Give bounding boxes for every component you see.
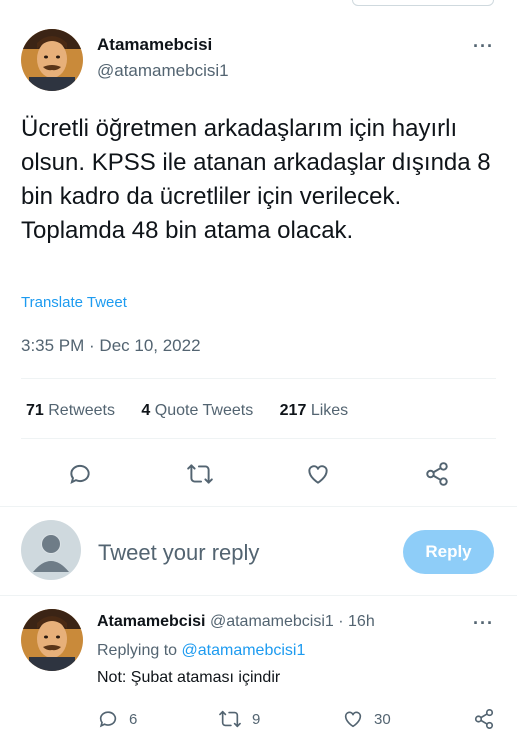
reply-icon[interactable] [67,461,93,487]
reply-action-reply[interactable]: 6 [97,708,137,730]
retweet-icon [218,708,242,730]
like-icon[interactable] [305,461,331,487]
reply-author-name[interactable]: Atamamebcisi [97,613,206,630]
divider [0,595,517,596]
likes-label: Likes [310,402,349,419]
tweet-text: Ücretli öğretmen arkadaşlarım için hayır… [21,115,491,244]
likes-count: 217 [279,402,307,419]
quotes-count: 4 [141,402,151,419]
reply-handle-time[interactable]: @atamamebcisi1 · 16h [210,613,375,630]
retweets-count: 71 [26,402,44,419]
author-avatar[interactable] [21,29,83,91]
reply-more-icon[interactable]: ··· [473,613,494,634]
replying-to-label: Replying to [97,642,178,659]
tweet-stats: 71 Retweets 4 Quote Tweets 217 Likes [26,402,496,420]
quotes-label: Quote Tweets [154,402,254,419]
translate-tweet-link[interactable]: Translate Tweet [21,294,127,311]
reply-text: Not: Şubat ataması içindir [97,669,281,686]
retweets-stat[interactable]: 71 Retweets [26,402,115,419]
author-handle[interactable]: @atamamebcisi1 [97,61,229,81]
reply-count: 6 [129,710,138,728]
reply-button[interactable]: Reply [403,530,494,574]
retweet-count: 9 [252,710,261,728]
share-icon[interactable] [424,461,450,487]
more-icon[interactable]: ··· [473,36,494,57]
reply-action-like[interactable]: 30 [342,708,391,730]
divider [21,378,496,379]
reply-author-avatar[interactable] [21,609,83,671]
user-avatar[interactable] [21,520,81,580]
retweet-icon[interactable] [186,461,214,487]
replying-to-handle[interactable]: @atamamebcisi1 [182,642,306,659]
replying-to-line: Replying to @atamamebcisi1 [97,642,305,660]
divider [0,506,517,507]
reply-icon [97,708,119,730]
likes-stat[interactable]: 217 Likes [280,402,349,419]
reply-header: Atamamebcisi @atamamebcisi1 · 16h [97,613,375,631]
quote-tweets-stat[interactable]: 4 Quote Tweets [141,402,253,419]
reply-input[interactable]: Tweet your reply [98,540,388,566]
reply-action-retweet[interactable]: 9 [218,708,260,730]
divider [21,438,496,439]
like-count: 30 [374,710,391,728]
share-icon[interactable] [473,708,495,730]
retweets-label: Retweets [48,402,115,419]
like-icon [342,708,364,730]
author-display-name[interactable]: Atamamebcisi [97,35,212,55]
cropped-top-element [352,0,494,6]
tweet-timestamp[interactable]: 3:35 PM · Dec 10, 2022 [21,336,201,356]
